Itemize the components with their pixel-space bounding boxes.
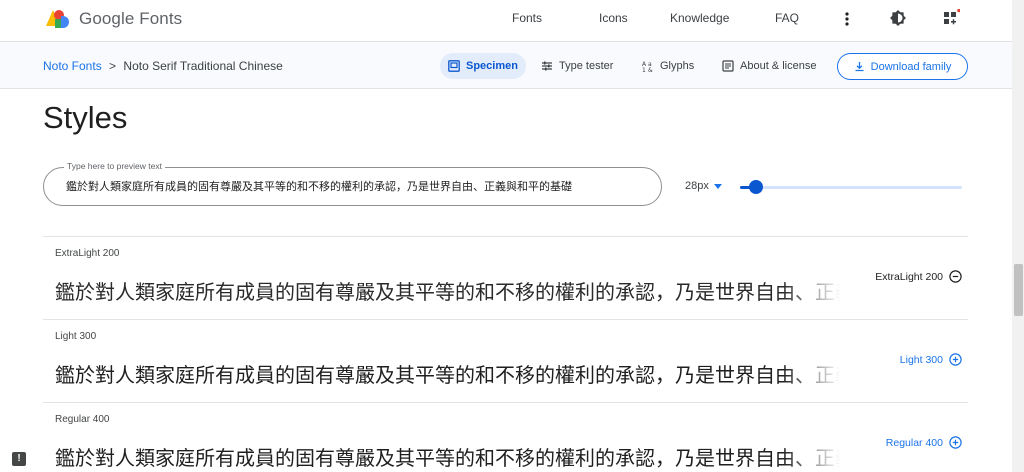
top-app-bar: Google Fonts Fonts Icons Knowledge FAQ	[0, 0, 1012, 40]
tab-glyphs[interactable]: A a 1 & Glyphs	[634, 53, 702, 79]
style-sample-text: 鑑於對人類家庭所有成員的固有尊嚴及其平等的和不移的權利的承認，乃是世界自由、正義…	[55, 363, 855, 387]
notification-dot	[957, 9, 960, 13]
google-fonts-logo[interactable]: Google Fonts	[46, 8, 182, 30]
glyphs-icon: A a 1 &	[642, 61, 653, 72]
style-sample-text: 鑑於對人類家庭所有成員的固有尊嚴及其平等的和不移的權利的承認，乃是世界自由、正義…	[55, 280, 855, 304]
logo-text: Google Fonts	[79, 9, 183, 28]
google-fonts-logo-icon	[46, 8, 70, 30]
family-subheader: Noto Fonts > Noto Serif Traditional Chin…	[0, 41, 1012, 89]
preview-input-value[interactable]: 鑑於對人類家庭所有成員的固有尊嚴及其平等的和不移的權利的承認，乃是世界自由、正義…	[66, 178, 572, 194]
style-name: Light 300	[55, 331, 97, 342]
svg-text:1: 1	[642, 67, 646, 72]
caret-down-icon	[713, 183, 722, 189]
tab-about-license[interactable]: About & license	[714, 53, 824, 79]
svg-text:&: &	[648, 67, 653, 72]
article-icon	[722, 60, 734, 72]
tune-icon	[542, 61, 552, 71]
style-name: Regular 400	[55, 414, 110, 425]
nav-icons[interactable]: Icons	[599, 11, 628, 25]
nav-knowledge[interactable]: Knowledge	[670, 11, 729, 25]
breadcrumb-current: Noto Serif Traditional Chinese	[123, 59, 283, 73]
specimen-icon	[448, 60, 460, 72]
theme-toggle-icon[interactable]	[887, 7, 909, 29]
breadcrumb-noto-fonts[interactable]: Noto Fonts	[43, 59, 102, 73]
preview-input-label: Type here to preview text	[64, 161, 165, 171]
tab-type-tester[interactable]: Type tester	[533, 53, 621, 79]
nav-faq[interactable]: FAQ	[775, 11, 799, 25]
style-row-light-300: Light 300 鑑於對人類家庭所有成員的固有尊嚴及其平等的和不移的權利的承認…	[43, 319, 968, 403]
font-size-slider-track[interactable]	[740, 186, 962, 189]
download-family-label: Download family	[870, 60, 952, 73]
remove-style-button[interactable]: ExtraLight 200	[875, 270, 962, 283]
sample-fade	[783, 438, 855, 472]
tab-specimen-label: Specimen	[466, 60, 518, 72]
breadcrumb-separator: >	[109, 59, 117, 73]
download-icon	[855, 62, 864, 72]
sample-fade	[783, 355, 855, 389]
scrollbar-thumb[interactable]	[1014, 264, 1023, 316]
style-name: ExtraLight 200	[55, 248, 120, 259]
tab-type-tester-label: Type tester	[559, 60, 614, 72]
nav-fonts[interactable]: Fonts	[512, 11, 542, 25]
style-action-label: ExtraLight 200	[875, 270, 943, 283]
style-action-label: Light 300	[899, 353, 943, 366]
style-action-label: Regular 400	[885, 436, 943, 449]
download-family-button[interactable]: Download family	[837, 53, 968, 80]
section-title: Styles	[43, 100, 128, 135]
select-style-button[interactable]: Light 300	[900, 353, 962, 366]
style-row-regular-400: Regular 400 鑑於對人類家庭所有成員的固有尊嚴及其平等的和不移的權利的…	[43, 402, 968, 472]
select-style-button[interactable]: Regular 400	[886, 436, 962, 449]
font-size-select[interactable]: 28px	[685, 180, 722, 192]
page-scrollbar[interactable]	[1012, 0, 1024, 472]
add-circle-icon	[949, 436, 962, 449]
tab-glyphs-label: Glyphs	[660, 60, 695, 72]
style-row-extralight-200: ExtraLight 200 鑑於對人類家庭所有成員的固有尊嚴及其平等的和不移的…	[43, 236, 968, 320]
tab-about-license-label: About & license	[740, 60, 817, 72]
style-sample-text: 鑑於對人類家庭所有成員的固有尊嚴及其平等的和不移的權利的承認，乃是世界自由、正義…	[55, 446, 855, 470]
apps-grid-icon[interactable]	[940, 7, 962, 29]
breadcrumb: Noto Fonts > Noto Serif Traditional Chin…	[43, 59, 283, 73]
more-vert-icon[interactable]	[836, 8, 858, 30]
font-size-slider-thumb[interactable]	[748, 180, 763, 194]
feedback-icon[interactable]: !	[12, 452, 26, 466]
font-size-value: 28px	[685, 180, 709, 192]
remove-circle-icon	[949, 270, 962, 283]
tab-specimen[interactable]: Specimen	[440, 53, 526, 79]
sample-fade	[783, 272, 855, 306]
add-circle-icon	[949, 353, 962, 366]
